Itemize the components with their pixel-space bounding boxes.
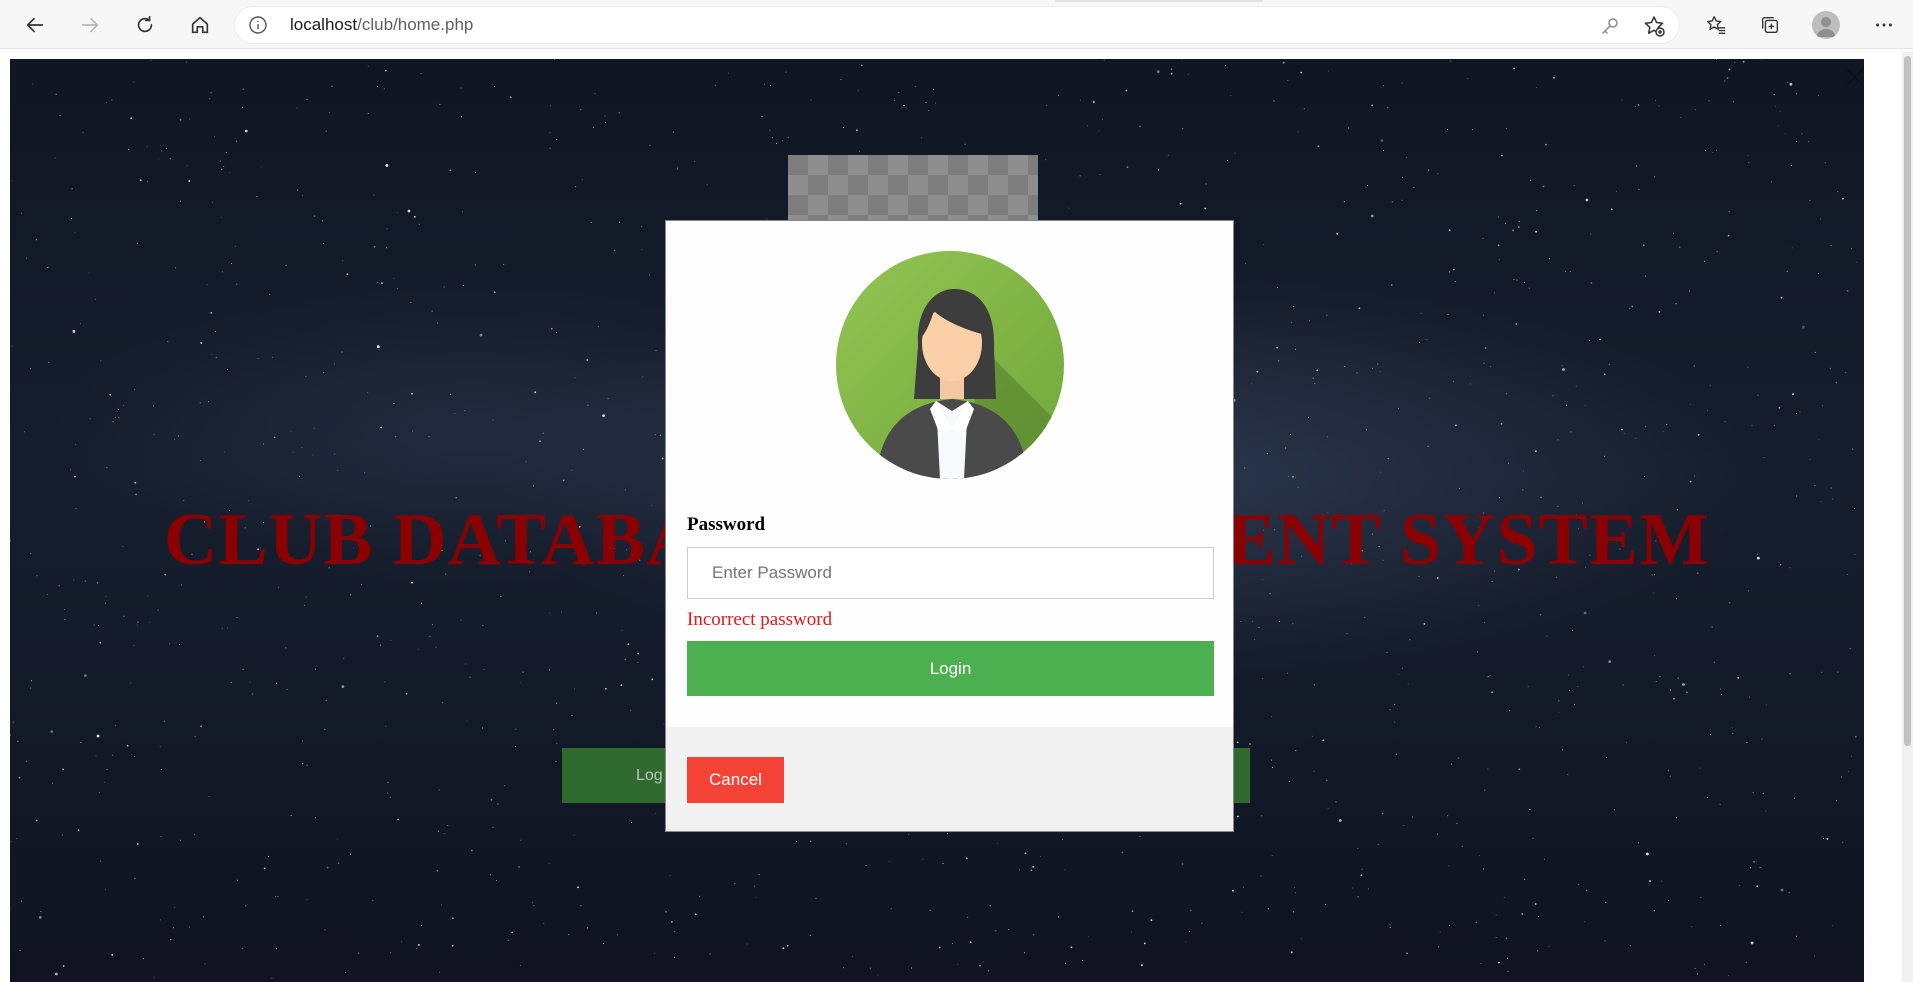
favorites-icon [1706, 16, 1726, 34]
password-input[interactable] [687, 547, 1214, 599]
back-button[interactable] [17, 7, 53, 43]
modal-footer: Cancel [666, 727, 1233, 831]
login-modal: Password Incorrect password Login Cancel [665, 220, 1234, 832]
collections-button[interactable] [1752, 7, 1788, 43]
cancel-button[interactable]: Cancel [687, 757, 784, 803]
refresh-icon [137, 15, 153, 33]
user-icon [1816, 17, 1836, 37]
browser-toolbar: localhost/club/home.php [0, 0, 1913, 49]
collections-icon [1761, 16, 1779, 34]
login-button[interactable]: Login [687, 641, 1214, 696]
businesswoman-avatar-icon [836, 251, 1064, 479]
refresh-button[interactable] [127, 7, 163, 43]
key-icon[interactable] [1598, 14, 1622, 38]
more-icon [1876, 23, 1892, 27]
url-path: /club/home.php [357, 15, 474, 34]
hero-login-button[interactable]: Log [562, 748, 672, 803]
tab-indicator [1055, 0, 1263, 2]
favorites-button[interactable] [1698, 7, 1734, 43]
more-options-button[interactable] [1866, 7, 1902, 43]
page-scrollbar[interactable] [1902, 52, 1913, 982]
home-icon [191, 16, 209, 34]
profile-avatar[interactable] [1812, 11, 1840, 39]
info-icon[interactable] [248, 15, 268, 35]
password-label: Password [687, 514, 766, 535]
arrow-left-icon [26, 17, 44, 33]
hero-login-label: Log [636, 766, 663, 784]
user-avatar-image [836, 251, 1064, 479]
scrollbar-thumb[interactable] [1904, 56, 1911, 746]
url-host: localhost [290, 15, 358, 34]
home-button[interactable] [182, 7, 218, 43]
forward-button[interactable] [72, 7, 108, 43]
broken-image-placeholder [788, 155, 1038, 221]
arrow-right-icon [81, 17, 99, 33]
address-bar[interactable]: localhost/club/home.php [234, 6, 1680, 44]
error-message: Incorrect password [687, 609, 833, 630]
close-icon[interactable] [1842, 64, 1868, 90]
url-text[interactable]: localhost/club/home.php [290, 14, 473, 36]
add-favorite-icon[interactable] [1642, 14, 1666, 38]
